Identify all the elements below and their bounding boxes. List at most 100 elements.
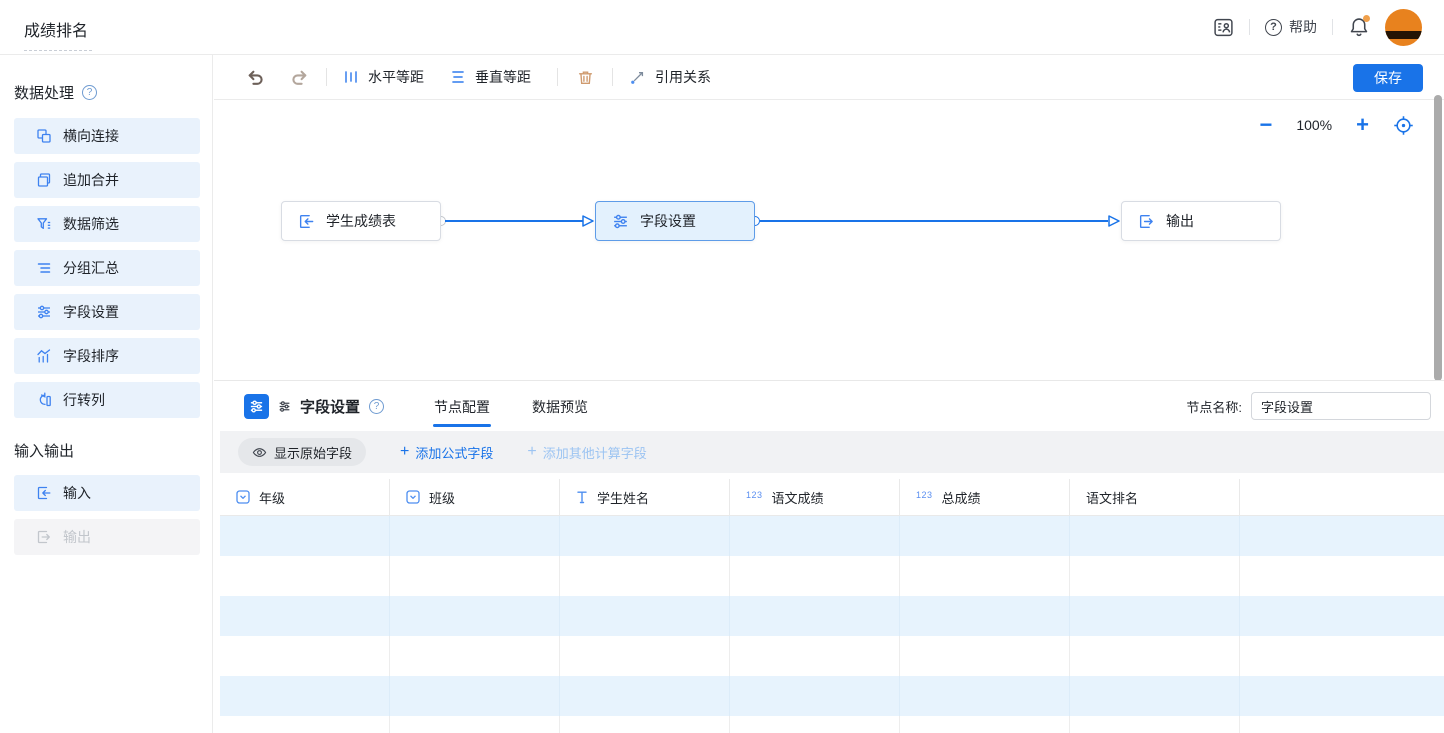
column-header-total-score[interactable]: 123 总成绩 <box>900 479 1070 515</box>
table-row[interactable] <box>220 516 1444 556</box>
panel-header: 字段设置 ? 节点配置 数据预览 节点名称: <box>214 386 1444 427</box>
sidebar-item-field-sort[interactable]: 字段排序 <box>14 338 200 374</box>
notification-bell-icon[interactable] <box>1348 16 1370 38</box>
question-circle-icon: ? <box>1265 19 1282 36</box>
show-original-fields-button[interactable]: 显示原始字段 <box>238 438 366 466</box>
table-row[interactable] <box>220 556 1444 596</box>
edge-line <box>445 220 583 222</box>
plus-icon: + <box>400 444 409 460</box>
trash-icon <box>577 69 594 86</box>
filter-icon <box>36 216 52 232</box>
redo-button[interactable] <box>288 66 310 88</box>
io-section-title: 输入输出 <box>14 440 200 461</box>
vertical-scrollbar[interactable] <box>1434 95 1442 381</box>
horizontal-spacing-icon <box>343 69 359 85</box>
column-header-student-name[interactable]: 学生姓名 <box>560 479 730 515</box>
divider <box>612 68 613 86</box>
append-icon <box>36 172 52 188</box>
sidebar-item-append-merge[interactable]: 追加合并 <box>14 162 200 198</box>
column-header-class[interactable]: 班级 <box>390 479 560 515</box>
node-field-settings[interactable]: 字段设置 <box>595 201 755 241</box>
section-help-icon[interactable]: ? <box>82 85 97 100</box>
output-icon <box>1138 213 1155 230</box>
table-header-row: 年级 班级 学生姓名 123 语文成绩 <box>220 479 1444 516</box>
sidebar-item-data-filter[interactable]: 数据筛选 <box>14 206 200 242</box>
fit-view-button[interactable] <box>1393 115 1414 136</box>
node-student-score-table[interactable]: 学生成绩表 <box>281 201 441 241</box>
vertical-spacing-button[interactable]: 垂直等距 <box>450 67 531 87</box>
column-header-empty <box>1240 479 1444 515</box>
sidebar-item-row-to-column[interactable]: 行转列 <box>14 382 200 418</box>
number-type-icon: 123 <box>916 490 933 500</box>
add-formula-field-button[interactable]: + 添加公式字段 <box>400 443 493 462</box>
reference-relation-icon <box>629 69 646 86</box>
column-header-chinese-score[interactable]: 123 语文成绩 <box>730 479 900 515</box>
pivot-icon <box>36 392 52 408</box>
input-icon <box>298 213 315 230</box>
sidebar-item-field-settings[interactable]: 字段设置 <box>14 294 200 330</box>
guide-icon[interactable] <box>1213 17 1234 38</box>
notification-dot <box>1363 15 1370 22</box>
page-title: 成绩排名 <box>24 13 92 51</box>
divider <box>557 68 558 86</box>
sliders-icon <box>612 213 629 230</box>
data-section-title: 数据处理 ? <box>14 82 200 103</box>
sort-icon <box>36 348 52 364</box>
topbar-actions: ? 帮助 <box>1213 9 1422 46</box>
help-label: 帮助 <box>1289 17 1317 37</box>
column-header-chinese-rank[interactable]: 语文排名 <box>1070 479 1240 515</box>
panel-title: 字段设置 <box>300 396 360 417</box>
tab-node-config[interactable]: 节点配置 <box>433 386 491 427</box>
sliders-icon <box>36 304 52 320</box>
output-icon <box>36 529 52 545</box>
sidebar-item-group-summary[interactable]: 分组汇总 <box>14 250 200 286</box>
main-area: 水平等距 垂直等距 引用关系 保存 − <box>214 55 1444 733</box>
node-config-panel: 字段设置 ? 节点配置 数据预览 节点名称: 显示原始字段 + 添加公式字段 <box>214 380 1444 733</box>
table-row[interactable] <box>220 716 1444 733</box>
sliders-small-icon <box>278 400 291 413</box>
delete-button[interactable] <box>574 66 596 88</box>
eye-icon <box>252 445 267 460</box>
node-name-input[interactable] <box>1251 392 1431 420</box>
topbar: 成绩排名 ? 帮助 <box>0 0 1444 55</box>
text-type-icon <box>576 490 588 504</box>
sidebar-item-horizontal-join[interactable]: 横向连接 <box>14 118 200 154</box>
zoom-in-button[interactable]: + <box>1356 114 1369 136</box>
panel-help-icon[interactable]: ? <box>369 399 384 414</box>
dimension-icon <box>406 490 420 504</box>
field-actions-toolbar: 显示原始字段 + 添加公式字段 + 添加其他计算字段 <box>220 431 1444 473</box>
sidebar-item-output: 输出 <box>14 519 200 555</box>
field-table: 年级 班级 学生姓名 123 语文成绩 <box>220 479 1444 733</box>
zoom-level: 100% <box>1296 117 1332 133</box>
table-row[interactable] <box>220 596 1444 636</box>
tab-data-preview[interactable]: 数据预览 <box>531 386 589 427</box>
vertical-spacing-icon <box>450 69 466 85</box>
help-button[interactable]: ? 帮助 <box>1265 17 1317 37</box>
node-name-label: 节点名称: <box>1186 397 1242 416</box>
plus-icon: + <box>527 444 536 460</box>
avatar[interactable] <box>1385 9 1422 46</box>
panel-title-group: 字段设置 ? <box>244 386 384 427</box>
table-row[interactable] <box>220 636 1444 676</box>
edge-arrow-icon <box>1107 214 1121 228</box>
save-button[interactable]: 保存 <box>1353 64 1423 92</box>
sidebar-item-input[interactable]: 输入 <box>14 475 200 511</box>
zoom-out-button[interactable]: − <box>1259 114 1272 136</box>
column-header-grade[interactable]: 年级 <box>220 479 390 515</box>
divider <box>1249 19 1250 35</box>
horizontal-spacing-button[interactable]: 水平等距 <box>343 67 424 87</box>
table-row[interactable] <box>220 676 1444 716</box>
flow-canvas[interactable]: − 100% + <box>214 101 1444 381</box>
edge-arrow-icon <box>581 214 595 228</box>
reference-relation-button[interactable]: 引用关系 <box>629 67 711 87</box>
zoom-controls: − 100% + <box>1259 114 1414 136</box>
node-output[interactable]: 输出 <box>1121 201 1281 241</box>
number-type-icon: 123 <box>746 490 763 500</box>
undo-button[interactable] <box>244 66 266 88</box>
panel-tabs: 节点配置 数据预览 <box>433 386 589 427</box>
dimension-icon <box>236 490 250 504</box>
join-icon <box>36 128 52 144</box>
target-icon <box>1393 115 1414 136</box>
canvas-toolbar: 水平等距 垂直等距 引用关系 保存 <box>214 55 1444 100</box>
add-other-calc-field-button: + 添加其他计算字段 <box>527 443 646 462</box>
